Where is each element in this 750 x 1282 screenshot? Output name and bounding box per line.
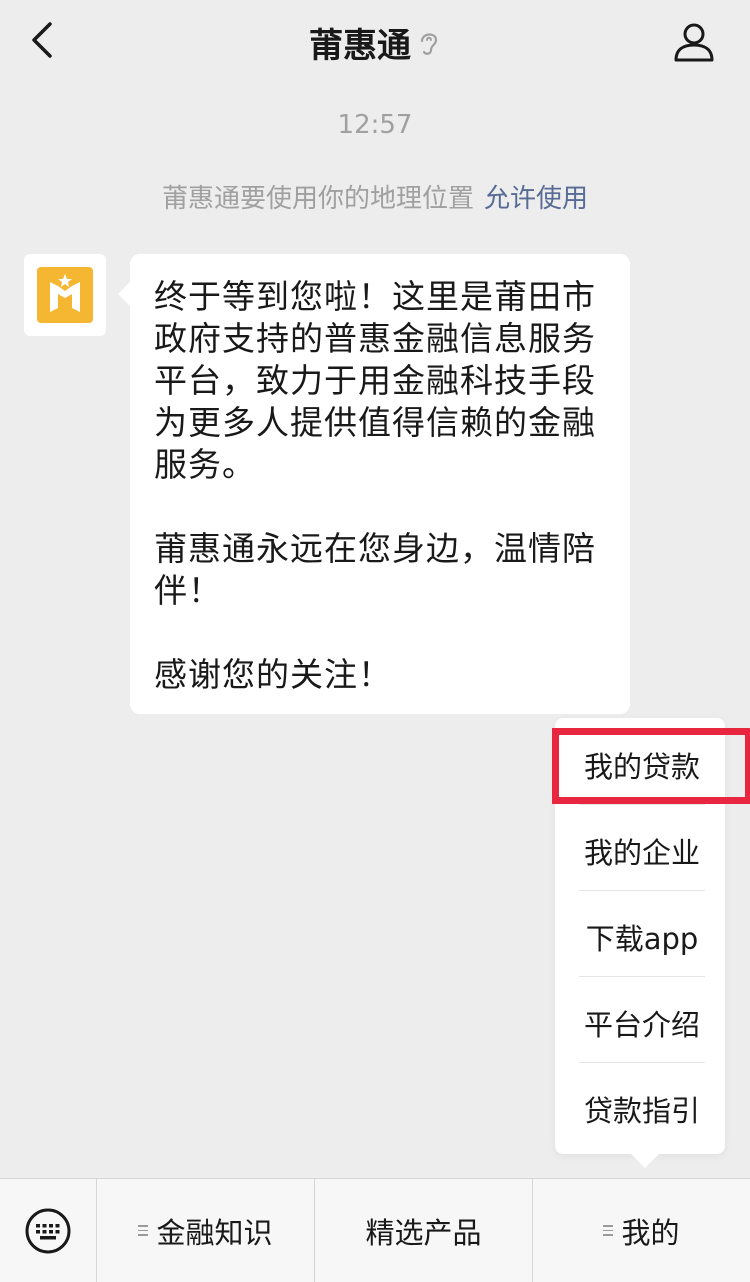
allow-location-link[interactable]: 允许使用 [484, 184, 588, 214]
message-paragraph: 感谢您的关注！ [154, 655, 392, 694]
menu-button-featured-products[interactable]: 精选产品 [315, 1179, 533, 1282]
divider [579, 890, 705, 891]
menu-button-mine[interactable]: 我的 [533, 1179, 750, 1282]
menu-button-label: 金融知识 [156, 1215, 273, 1250]
location-notice: 莆惠通要使用你的地理位置 允许使用 [0, 178, 750, 215]
page-title: 莆惠通 [309, 25, 411, 66]
message-paragraph: 莆惠通永远在您身边，温情陪伴！ [154, 529, 596, 610]
menu-button-label: 精选产品 [365, 1215, 482, 1250]
divider [579, 976, 705, 977]
location-notice-text: 莆惠通要使用你的地理位置 [161, 184, 474, 214]
submenu-item-platform-intro[interactable]: 平台介绍 [579, 980, 705, 1066]
submenu-item-loan-guide[interactable]: 贷款指引 [579, 1066, 705, 1152]
profile-button[interactable] [670, 18, 718, 66]
submenu-indicator-icon [603, 1222, 614, 1239]
submenu-item-my-company[interactable]: 我的企业 [579, 808, 705, 894]
message-paragraph: 终于等到您啦！这里是莆田市政府支持的普惠金融信息服务平台，致力于用金融科技手段为… [154, 277, 596, 484]
submenu-item-my-loans[interactable]: 我的贷款 [579, 722, 705, 808]
keyboard-toggle-button[interactable] [0, 1179, 97, 1282]
divider [579, 804, 705, 805]
submenu-item-download-app[interactable]: 下载app [579, 894, 705, 980]
avatar[interactable] [24, 254, 106, 336]
header: 莆惠通 [0, 0, 750, 84]
bottom-menu-bar: 金融知识 精选产品 我的 [0, 1178, 750, 1282]
submenu-popup: 我的贷款 我的企业 下载app 平台介绍 贷款指引 [555, 718, 725, 1168]
logo-icon [37, 267, 93, 323]
keyboard-icon [25, 1208, 71, 1253]
chat-timestamp: 12:57 [337, 110, 413, 140]
menu-button-label: 我的 [621, 1215, 680, 1250]
message-bubble: 终于等到您啦！这里是莆田市政府支持的普惠金融信息服务平台，致力于用金融科技手段为… [118, 254, 630, 714]
divider [579, 1062, 705, 1063]
menu-button-finance-knowledge[interactable]: 金融知识 [97, 1179, 315, 1282]
person-icon [674, 23, 714, 62]
title-wrap: 莆惠通 [0, 20, 750, 66]
submenu-indicator-icon [138, 1222, 149, 1239]
ear-icon [420, 33, 438, 55]
